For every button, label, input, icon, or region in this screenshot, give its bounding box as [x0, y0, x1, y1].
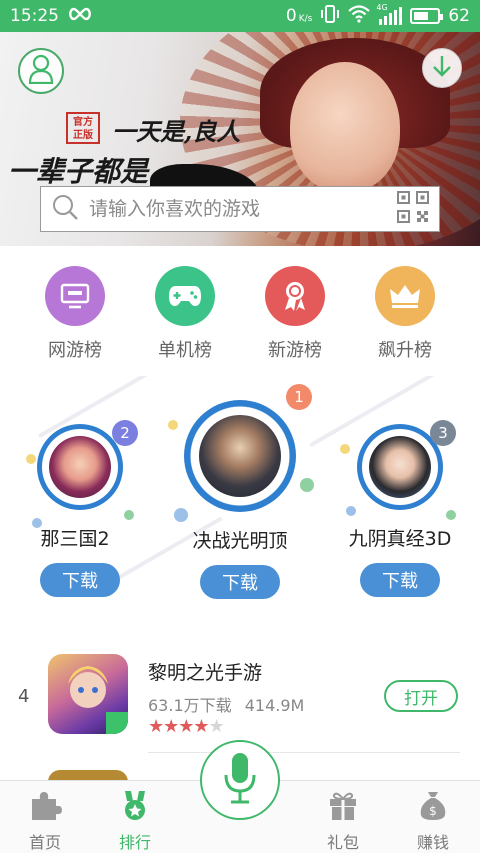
podium-game-name: 九阴真经3D: [348, 528, 452, 550]
nav-home[interactable]: 首页: [10, 789, 80, 853]
download-manager-button[interactable]: [422, 48, 462, 88]
network-speed: 0 K/s: [285, 6, 313, 26]
game-icon-juezhan: [199, 415, 281, 497]
rating-stars: ★★★★★: [148, 716, 225, 737]
battery-level: 62: [448, 6, 470, 26]
money-bag-icon: $: [417, 789, 449, 825]
rank-badge: 2: [112, 420, 138, 446]
banner-slogan-1: 一天是,良人: [112, 117, 241, 146]
search-icon: [51, 193, 79, 225]
infinity-icon: [67, 6, 93, 26]
list-item[interactable]: 4 黎明之光手游 63.1万下载 414.9M ★★★★★ 打开: [0, 648, 480, 748]
rank-badge: 1: [286, 384, 312, 410]
category-label: 网游榜: [48, 340, 102, 361]
list-game-meta: 63.1万下载 414.9M: [148, 692, 304, 716]
list-divider: [148, 752, 460, 753]
gamepad-icon: [155, 266, 215, 326]
signal-icon: 4G: [376, 3, 403, 25]
top-three-podium: 那三国2 下载 2 决战光明顶 下载 1 九阴真经3D 下载 3: [0, 376, 480, 616]
list-rank: 4: [18, 686, 30, 707]
nav-label: 赚钱: [416, 833, 449, 852]
star-filled: ★★★★: [148, 716, 210, 737]
nav-label: 礼包: [326, 833, 359, 852]
status-bar: 15:25 0 K/s 4G 62: [0, 0, 480, 32]
podium-game-name: 那三国2: [40, 528, 110, 550]
banner-slogan-2: 一辈子都是: [8, 155, 149, 188]
status-time: 15:25: [10, 6, 59, 26]
podium-item-rank-2[interactable]: 那三国2 下载: [20, 424, 140, 597]
game-icon-nasanguo: [49, 436, 111, 498]
vibrate-icon: [320, 4, 340, 28]
svg-text:$: $: [429, 804, 437, 818]
banner-character-face: [290, 62, 400, 192]
medal-icon: [119, 789, 151, 825]
game-icon-liming: [48, 654, 128, 734]
category-online-games[interactable]: 网游榜: [20, 266, 130, 366]
download-button[interactable]: 下载: [200, 565, 280, 599]
search-box[interactable]: [40, 186, 440, 232]
star-empty: ★: [208, 716, 225, 737]
open-button[interactable]: 打开: [384, 680, 458, 712]
user-icon: [28, 54, 54, 88]
ribbon-icon: [265, 266, 325, 326]
download-button[interactable]: 下载: [40, 563, 120, 597]
app-page: 15:25 0 K/s 4G 62 官方 正版 一天是,良人 一辈子都是 请输入…: [0, 0, 480, 853]
game-icon-ring: [184, 400, 296, 512]
category-new-games[interactable]: 新游榜: [240, 266, 350, 366]
list-download-count: 63.1万下载: [148, 696, 232, 715]
game-icon-ring: [37, 424, 123, 510]
list-game-size: 414.9M: [244, 696, 305, 715]
crown-icon: [375, 266, 435, 326]
gift-icon: [327, 789, 359, 825]
category-label: 新游榜: [268, 340, 322, 361]
rank-badge: 3: [430, 420, 456, 446]
wifi-icon: [348, 4, 371, 28]
nav-label: 排行: [118, 833, 151, 852]
official-badge: 官方 正版: [66, 112, 100, 144]
nav-label: 首页: [28, 833, 61, 852]
nav-gifts[interactable]: 礼包: [308, 789, 378, 853]
category-label: 单机榜: [158, 340, 212, 361]
voice-search-button[interactable]: [200, 740, 280, 850]
podium-item-rank-1[interactable]: 决战光明顶 下载: [170, 400, 310, 599]
nav-earn[interactable]: $ 赚钱: [398, 789, 468, 853]
category-label: 飙升榜: [378, 340, 432, 361]
puzzle-icon: [28, 789, 62, 825]
game-icon-jiuyin: [369, 436, 431, 498]
microphone-icon: [223, 751, 257, 809]
category-single-player[interactable]: 单机榜: [130, 266, 240, 366]
category-rising[interactable]: 飙升榜: [350, 266, 460, 366]
nav-ranking[interactable]: 排行: [100, 789, 170, 853]
podium-game-name: 决战光明顶: [192, 530, 288, 552]
download-button[interactable]: 下载: [360, 563, 440, 597]
user-avatar-button[interactable]: [18, 48, 64, 94]
battery-icon: [410, 8, 444, 24]
voice-button-circle: [200, 740, 280, 820]
qr-code-icon[interactable]: [397, 191, 429, 227]
rank-categories: 网游榜 单机榜 新游榜 飙升榜: [0, 266, 480, 366]
tv-icon: [45, 266, 105, 326]
podium-item-rank-3[interactable]: 九阴真经3D 下载: [340, 424, 460, 597]
list-game-title: 黎明之光手游: [148, 662, 263, 684]
arrow-down-icon: [431, 54, 453, 82]
search-input[interactable]: [89, 198, 397, 220]
